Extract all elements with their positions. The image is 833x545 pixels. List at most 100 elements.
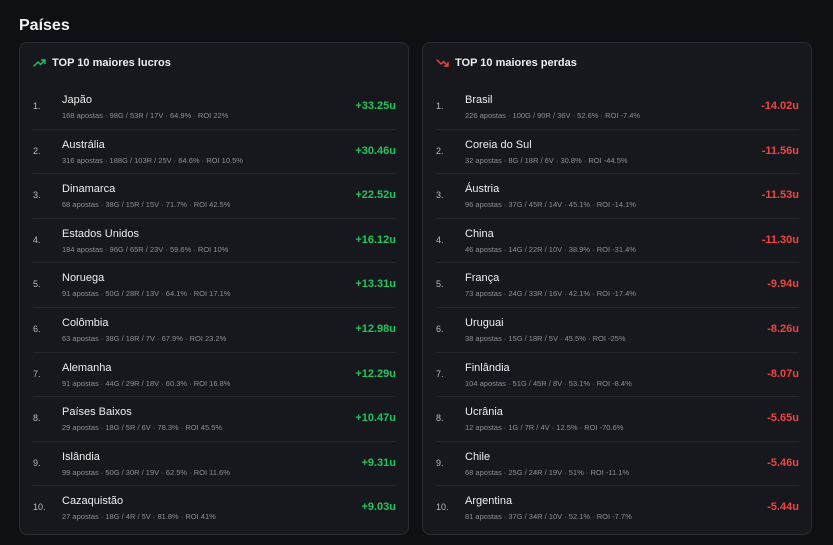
country-name: Argentina (465, 495, 513, 508)
list-item: 4. Estados Unidos 184 apostas · 96G / 65R … (33, 219, 396, 264)
units-value: -8.26u (767, 322, 799, 335)
country-name: Colômbia (62, 316, 109, 329)
rank-number: 7. (436, 368, 444, 379)
country-name: Alemanha (62, 361, 112, 374)
country-name: China (465, 227, 494, 240)
top-losses-title: TOP 10 maiores perdas (455, 57, 577, 69)
list-item: 9. Islândia 99 apostas · 50G / 30R / 19V ·… (33, 442, 396, 487)
units-value: +16.12u (355, 233, 396, 246)
rank-number: 9. (436, 457, 444, 468)
rank-number: 8. (436, 413, 444, 424)
top-losses-list: 1. Brasil 226 apostas · 100G / 90R / 36V ·… (436, 85, 799, 531)
country-stats: 96 apostas · 37G / 45R / 14V · 45.1% · R… (465, 200, 636, 210)
country-stats: 29 apostas · 18G / 5R / 6V · 78.3% · ROI… (62, 423, 223, 433)
rank-number: 10. (436, 502, 449, 513)
top-profits-header: TOP 10 maiores lucros (33, 57, 171, 69)
rank-number: 8. (33, 413, 41, 424)
list-item: 3. Áustria 96 apostas · 37G / 45R / 14V · … (436, 174, 799, 219)
units-value: +10.47u (355, 412, 396, 425)
units-value: -9.94u (767, 278, 799, 291)
list-item: 8. Países Baixos 29 apostas · 18G / 5R / 6… (33, 397, 396, 442)
top-losses-header: TOP 10 maiores perdas (436, 57, 577, 69)
units-value: -8.07u (767, 367, 799, 380)
rank-number: 1. (436, 101, 444, 111)
units-value: +12.98u (355, 322, 396, 335)
rank-number: 5. (436, 279, 444, 290)
country-name: Noruega (62, 272, 105, 285)
country-stats: 12 apostas · 1G / 7R / 4V · 12.5% · ROI … (465, 423, 624, 433)
country-name: Áustria (465, 183, 500, 196)
list-item: 8. Ucrânia 12 apostas · 1G / 7R / 4V · 12.… (436, 397, 799, 442)
rank-number: 2. (436, 145, 444, 156)
country-name: Países Baixos (62, 406, 132, 419)
country-stats: 91 apostas · 50G / 28R / 13V · 64.1% · R… (62, 289, 231, 299)
country-stats: 46 apostas · 14G / 22R / 10V · 38.9% · R… (465, 244, 636, 254)
list-item: 9. Chile 68 apostas · 25G / 24R / 19V · 51… (436, 442, 799, 487)
list-item: 5. Noruega 91 apostas · 50G / 28R / 13V · … (33, 263, 396, 308)
rank-number: 1. (33, 101, 41, 111)
units-value: +9.31u (361, 456, 396, 469)
country-name: Islândia (62, 450, 100, 463)
units-value: -11.30u (761, 233, 799, 246)
country-stats: 91 apostas · 44G / 29R / 18V · 60.3% · R… (62, 378, 231, 388)
list-item: 7. Finlândia 104 apostas · 51G / 45R / 8V … (436, 353, 799, 398)
list-item: 7. Alemanha 91 apostas · 44G / 29R / 18V ·… (33, 353, 396, 398)
country-name: Brasil (465, 94, 493, 106)
trending-down-icon (436, 58, 449, 68)
country-stats: 63 apostas · 38G / 18R / 7V · 67.9% · RO… (62, 333, 227, 343)
country-name: Ucrânia (465, 406, 503, 419)
rank-number: 9. (33, 457, 41, 468)
rank-number: 6. (33, 323, 41, 334)
units-value: +9.03u (361, 501, 396, 514)
list-item: 4. China 46 apostas · 14G / 22R / 10V · 38… (436, 219, 799, 264)
rank-number: 6. (436, 323, 444, 334)
country-stats: 104 apostas · 51G / 45R / 8V · 53.1% · R… (465, 378, 632, 388)
country-stats: 99 apostas · 50G / 30R / 19V · 62.5% · R… (62, 467, 230, 477)
trending-up-icon (33, 58, 46, 68)
units-value: -5.65u (767, 412, 799, 425)
units-value: -5.46u (767, 456, 799, 469)
country-name: Cazaquistão (62, 495, 124, 508)
units-value: -11.56u (761, 144, 799, 157)
list-item: 3. Dinamarca 68 apostas · 38G / 15R / 15V … (33, 174, 396, 219)
country-stats: 68 apostas · 38G / 15R / 15V · 71.7% · R… (62, 200, 231, 210)
page-title: Países (19, 17, 70, 34)
list-item: 6. Uruguai 38 apostas · 15G / 18R / 5V · 4… (436, 308, 799, 353)
units-value: -14.02u (761, 100, 799, 112)
list-item: 2. Austrália 316 apostas · 188G / 103R / 2… (33, 130, 396, 175)
rank-number: 3. (33, 190, 41, 201)
rank-number: 7. (33, 368, 41, 379)
rank-number: 3. (436, 190, 444, 201)
country-stats: 73 apostas · 24G / 33R / 16V · 42.1% · R… (465, 289, 636, 299)
rank-number: 4. (436, 234, 444, 245)
country-name: Austrália (62, 138, 105, 151)
top-losses-panel: TOP 10 maiores perdas 1. Brasil 226 aposta… (422, 42, 812, 535)
top-profits-panel: TOP 10 maiores lucros 1. Japão 168 apostas… (19, 42, 409, 535)
units-value: +22.52u (355, 189, 396, 202)
top-profits-title: TOP 10 maiores lucros (52, 57, 171, 69)
units-value: +33.25u (355, 100, 396, 112)
country-stats: 81 apostas · 37G / 34R / 10V · 52.1% · R… (465, 512, 632, 522)
units-value: -11.53u (761, 189, 799, 202)
country-stats: 27 apostas · 18G / 4R / 5V · 81.8% · ROI… (62, 512, 216, 522)
list-item: 1. Brasil 226 apostas · 100G / 90R / 36V ·… (436, 85, 799, 130)
country-stats: 184 apostas · 96G / 65R / 23V · 59.6% · … (62, 244, 229, 254)
rank-number: 5. (33, 279, 41, 290)
country-stats: 168 apostas · 98G / 53R / 17V · 64.9% · … (62, 111, 229, 120)
country-name: França (465, 272, 500, 285)
country-stats: 316 apostas · 188G / 103R / 25V · 64.6% … (62, 155, 243, 165)
top-profits-list: 1. Japão 168 apostas · 98G / 53R / 17V · 6… (33, 85, 396, 531)
list-item: 1. Japão 168 apostas · 98G / 53R / 17V · 6… (33, 85, 396, 130)
country-name: Chile (465, 450, 491, 463)
list-item: 6. Colômbia 63 apostas · 38G / 18R / 7V · … (33, 308, 396, 353)
country-name: Coreia do Sul (465, 138, 532, 151)
units-value: +13.31u (355, 278, 396, 291)
units-value: +30.46u (355, 144, 396, 157)
country-stats: 68 apostas · 25G / 24R / 19V · 51% · ROI… (465, 467, 630, 477)
list-item: 10. Cazaquistão 27 apostas · 18G / 4R / 5V… (33, 486, 396, 531)
rank-number: 2. (33, 145, 41, 156)
country-name: Japão (62, 94, 92, 106)
rank-number: 10. (33, 502, 46, 513)
list-item: 5. França 73 apostas · 24G / 33R / 16V · 4… (436, 263, 799, 308)
country-stats: 32 apostas · 8G / 18R / 6V · 30.8% · ROI… (465, 155, 628, 165)
